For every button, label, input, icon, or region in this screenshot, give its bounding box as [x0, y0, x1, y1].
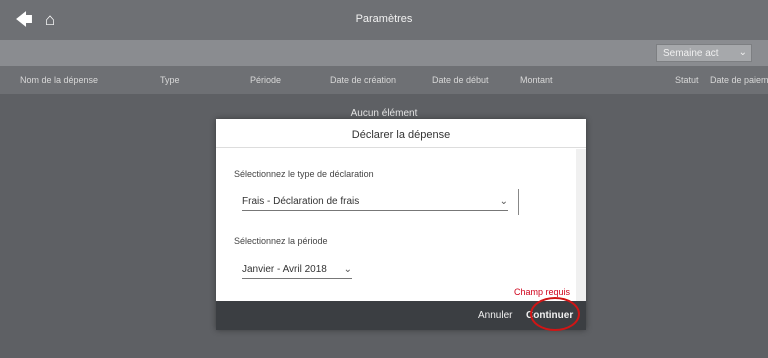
period-value: Janvier - Avril 2018 — [242, 264, 327, 275]
dialog-title: Déclarer la dépense — [351, 129, 451, 141]
declaration-type-label: Sélectionnez le type de déclaration — [234, 169, 374, 179]
scrollbar[interactable] — [576, 149, 586, 301]
top-bar: 🡄 ⌂ Paramètres — [0, 0, 768, 40]
error-text: Champ requis — [513, 287, 570, 297]
declaration-type-select[interactable]: Frais - Déclaration de frais ⌄ — [242, 196, 508, 211]
cancel-button[interactable]: Annuler — [478, 310, 512, 321]
column-header[interactable]: Statut — [675, 75, 699, 85]
table-header: Nom de la dépense Type Période Date de c… — [0, 66, 768, 94]
page-title: Paramètres — [355, 13, 413, 25]
divider — [518, 189, 519, 215]
period-select-value: Semaine act — [663, 48, 719, 59]
column-header[interactable]: Montant — [520, 75, 553, 85]
column-header[interactable]: Date de paiement — [710, 75, 768, 85]
highlight-circle — [530, 297, 580, 331]
period-select-field[interactable]: Janvier - Avril 2018 ⌄ — [242, 264, 352, 279]
period-select[interactable]: Semaine act ⌄ — [656, 44, 752, 62]
divider — [216, 147, 586, 148]
chevron-down-icon: ⌄ — [738, 47, 747, 58]
chevron-down-icon: ⌄ — [343, 264, 352, 275]
declare-expense-dialog: Déclarer la dépense Sélectionnez le type… — [216, 119, 586, 331]
column-header[interactable]: Nom de la dépense — [20, 75, 98, 85]
empty-state-text: Aucun élément — [350, 108, 418, 119]
column-header[interactable]: Date de début — [432, 75, 489, 85]
declaration-type-value: Frais - Déclaration de frais — [242, 196, 360, 207]
column-header[interactable]: Type — [160, 75, 180, 85]
chevron-down-icon: ⌄ — [499, 196, 508, 207]
column-header[interactable]: Période — [250, 75, 281, 85]
period-label: Sélectionnez la période — [234, 236, 328, 246]
column-header[interactable]: Date de création — [330, 75, 396, 85]
toolbar: Semaine act ⌄ — [0, 40, 768, 66]
